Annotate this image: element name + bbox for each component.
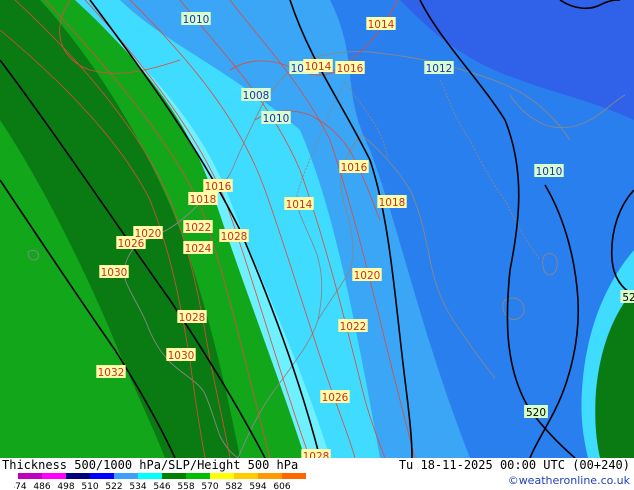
isobar-label-text: 1024 <box>185 243 212 255</box>
product-title: Thickness 500/1000 hPa/SLP/Height 500 hP… <box>2 458 299 472</box>
isobar-label: 1018 <box>188 192 218 206</box>
isobar-label-text: 1022 <box>340 321 367 333</box>
isobar-label: 1028 <box>177 310 207 324</box>
isobar-label-text: 1014 <box>305 61 332 73</box>
scale-swatch <box>186 473 210 479</box>
scale-swatch <box>162 473 186 479</box>
isobar-label: 1028 <box>301 449 331 458</box>
scale-swatch <box>66 473 90 479</box>
isobar-label-text: 1028 <box>221 231 248 243</box>
scale-tick-label: 570 <box>201 482 218 490</box>
scale-swatch <box>234 473 258 479</box>
scale-tick-label: 582 <box>225 482 242 490</box>
scale-tick-label: 534 <box>129 482 146 490</box>
scale-tick-label: 546 <box>153 482 170 490</box>
isobar-label-text: 1016 <box>341 162 368 174</box>
height-label-text: 52 <box>622 292 634 304</box>
isobar-label-text: 1026 <box>322 392 349 404</box>
isobar-label: 1012 <box>424 61 454 75</box>
isobar-label-text: 1030 <box>168 350 195 362</box>
isobar-label: 1022 <box>183 220 213 234</box>
scale-swatch <box>258 473 282 479</box>
isobar-label: 1026 <box>320 390 350 404</box>
isobar-label: 1016 <box>339 160 369 174</box>
height-label-text: 520 <box>526 407 546 419</box>
scale-swatch <box>210 473 234 479</box>
isobar-label-text: 1008 <box>243 90 270 102</box>
isobar-label: 1018 <box>377 195 407 209</box>
isobar-label: 1010 <box>261 111 291 125</box>
credit-link[interactable]: ©weatheronline.co.uk <box>508 474 630 487</box>
isobar-label-text: 1014 <box>368 19 395 31</box>
isobar-label-text: 1032 <box>98 367 125 379</box>
scale-tick-label: 510 <box>81 482 98 490</box>
height-label: 520 <box>524 405 548 419</box>
isobar-label: 1020 <box>133 226 163 240</box>
isobar-label: 1016 <box>203 179 233 193</box>
isobar-label-text: 1020 <box>354 270 381 282</box>
thickness-color-scale: 474 486 498 510 522 534 546 558 570 582 594 606 <box>14 473 306 490</box>
isobar-label: 1032 <box>96 365 126 379</box>
valid-time: Tu 18-11-2025 00:00 UTC (00+240) <box>398 458 630 472</box>
scale-swatch <box>90 473 114 479</box>
isobar-label: 1020 <box>352 268 382 282</box>
isobar-label: 1014 <box>303 59 333 73</box>
scale-tick-label: 522 <box>105 482 122 490</box>
scale-tick-label: 498 <box>57 482 74 490</box>
isobar-label: 1014 <box>284 197 314 211</box>
map-footer: Thickness 500/1000 hPa/SLP/Height 500 hP… <box>0 458 634 490</box>
weather-map: 1010101410121012101410161008101010161010… <box>0 0 634 458</box>
isobar-label: 1024 <box>183 241 213 255</box>
isobar-label: 1030 <box>166 348 196 362</box>
isobar-label-text: 1018 <box>190 194 217 206</box>
scale-tick-label: 606 <box>273 482 290 490</box>
scale-swatch <box>42 473 66 479</box>
scale-swatch <box>138 473 162 479</box>
isobar-label-text: 1016 <box>205 181 232 193</box>
isobar-label-text: 1010 <box>536 166 563 178</box>
scale-swatch <box>18 473 42 479</box>
isobar-label: 1008 <box>241 88 271 102</box>
isobar-label-text: 1028 <box>179 312 206 324</box>
isobar-label: 1010 <box>534 164 564 178</box>
isobar-label-text: 1012 <box>426 63 453 75</box>
isobar-label: 1014 <box>366 17 396 31</box>
height-label: 52 <box>620 290 634 304</box>
isobar-label-text: 1020 <box>135 228 162 240</box>
scale-tick-label: 474 <box>14 482 27 490</box>
isobar-label-text: 1010 <box>263 113 290 125</box>
isobar-label-text: 1028 <box>303 451 330 458</box>
isobar-label: 1028 <box>219 229 249 243</box>
isobar-label: 1010 <box>181 12 211 26</box>
scale-tick-label: 486 <box>33 482 50 490</box>
isobar-label-text: 1014 <box>286 199 313 211</box>
isobar-label-text: 1022 <box>185 222 212 234</box>
isobar-label: 1022 <box>338 319 368 333</box>
isobar-label-text: 1030 <box>101 267 128 279</box>
scale-swatch <box>114 473 138 479</box>
isobar-label-text: 1018 <box>379 197 406 209</box>
isobar-label-text: 1016 <box>337 63 364 75</box>
scale-tick-label: 558 <box>177 482 194 490</box>
scale-tick-label: 594 <box>249 482 266 490</box>
isobar-label: 1016 <box>335 61 365 75</box>
isobar-label-text: 1010 <box>183 14 210 26</box>
isobar-label: 1030 <box>99 265 129 279</box>
scale-swatch <box>282 473 306 479</box>
